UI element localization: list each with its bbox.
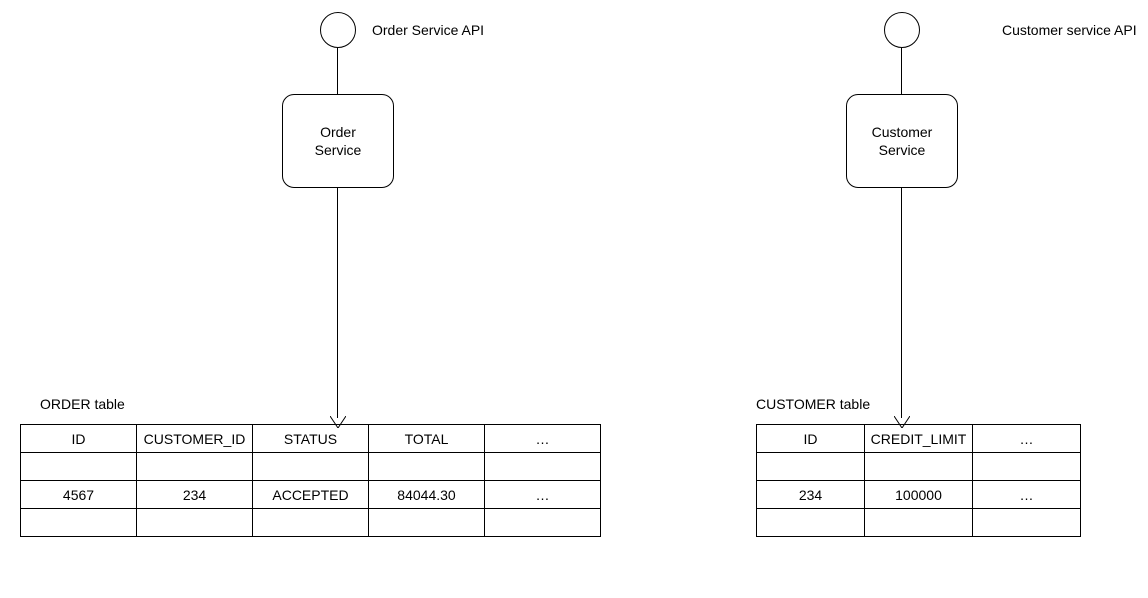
col-customer-id: CUSTOMER_ID (137, 425, 253, 453)
customer-api-lollipop (884, 12, 920, 48)
customer-service-arrow-line (901, 188, 902, 418)
customer-api-label: Customer service API (1002, 22, 1137, 38)
order-table: ID CUSTOMER_ID STATUS TOTAL … 4567 234 A… (20, 424, 601, 537)
customer-service-box: Customer Service (846, 94, 958, 188)
table-row (757, 509, 1081, 537)
table-row (757, 453, 1081, 481)
order-api-label: Order Service API (372, 22, 484, 38)
col-id: ID (757, 425, 865, 453)
col-total: TOTAL (369, 425, 485, 453)
table-row: 234 100000 … (757, 481, 1081, 509)
table-row (21, 453, 601, 481)
col-credit-limit: CREDIT_LIMIT (865, 425, 973, 453)
order-table-title: ORDER table (40, 396, 125, 412)
order-service-arrow-line (337, 188, 338, 418)
customer-table: ID CREDIT_LIMIT … 234 100000 … (756, 424, 1081, 537)
order-service-label: Order Service (315, 123, 362, 159)
col-ellipsis: … (485, 425, 601, 453)
table-row: 4567 234 ACCEPTED 84044.30 … (21, 481, 601, 509)
customer-api-connector (901, 48, 902, 94)
table-header-row: ID CUSTOMER_ID STATUS TOTAL … (21, 425, 601, 453)
col-id: ID (21, 425, 137, 453)
customer-table-title: CUSTOMER table (756, 396, 870, 412)
order-api-lollipop (320, 12, 356, 48)
col-status: STATUS (253, 425, 369, 453)
order-service-box: Order Service (282, 94, 394, 188)
customer-service-label: Customer Service (872, 123, 933, 159)
table-row (21, 509, 601, 537)
table-header-row: ID CREDIT_LIMIT … (757, 425, 1081, 453)
order-api-connector (337, 48, 338, 94)
col-ellipsis: … (973, 425, 1081, 453)
